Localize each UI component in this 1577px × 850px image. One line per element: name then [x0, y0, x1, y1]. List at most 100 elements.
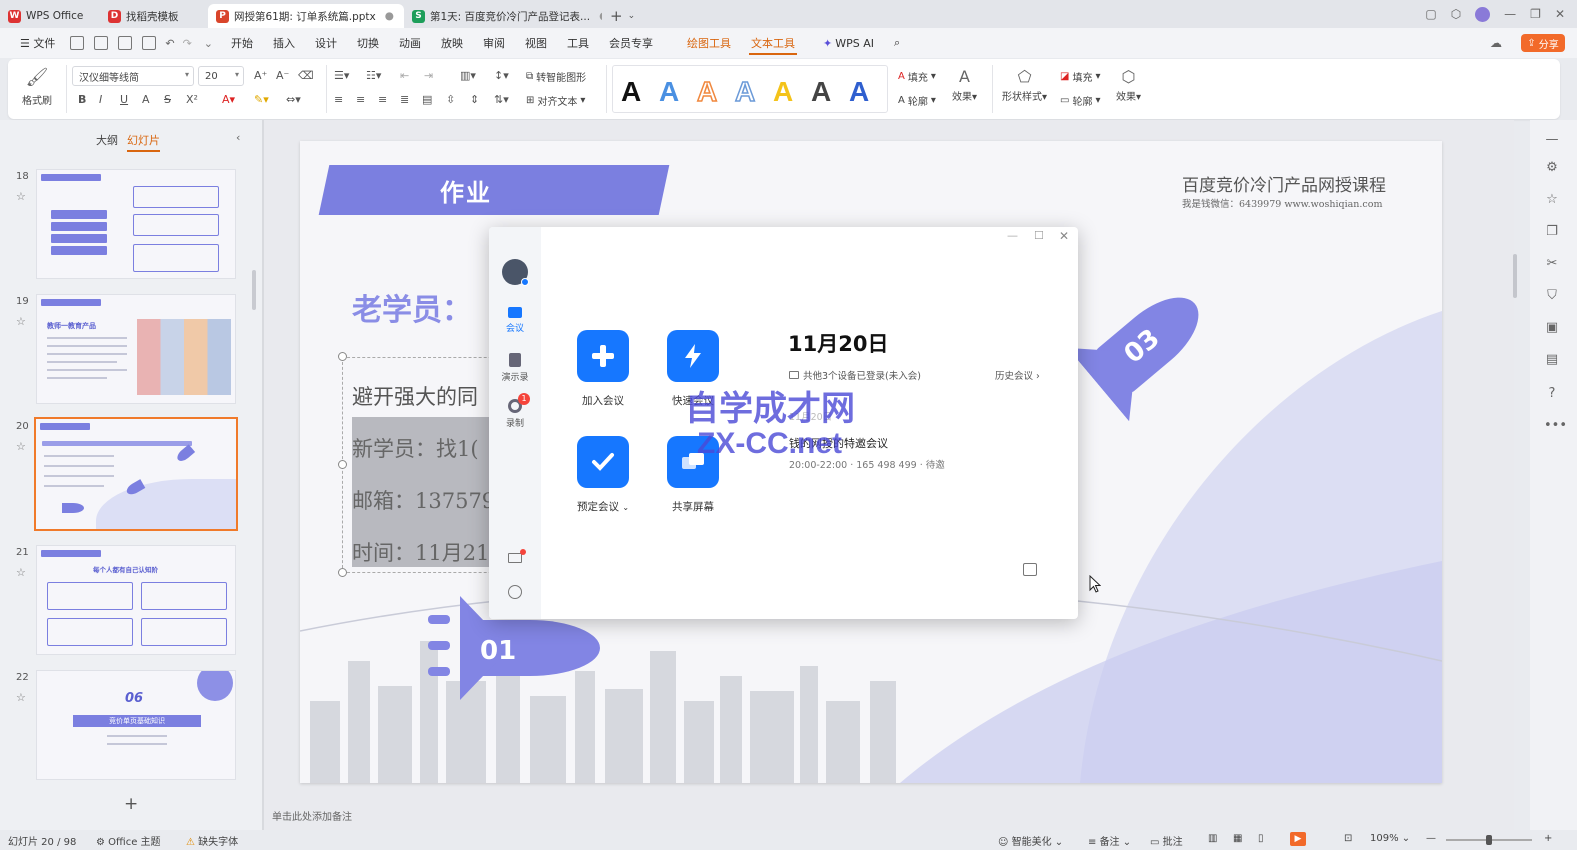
redo-icon[interactable]: ↷	[183, 37, 192, 50]
minimize-icon[interactable]: —	[1007, 229, 1018, 242]
tab-wps-office[interactable]: W WPS Office	[0, 4, 100, 28]
shrink-font-icon[interactable]: A⁻	[276, 69, 289, 82]
wordart-style-black[interactable]: A	[621, 76, 641, 108]
undo-icon[interactable]: ↶	[165, 37, 174, 50]
sidebar-item-meeting[interactable]: 会议	[489, 307, 541, 334]
wordart-style-darkblue[interactable]: A	[849, 76, 869, 108]
menu-wps-ai[interactable]: ✦ WPS AI	[813, 28, 884, 58]
wordart-style-gray[interactable]: A	[811, 76, 831, 108]
text-effect-button[interactable]: A 效果▾	[952, 67, 977, 103]
menu-tools[interactable]: 工具	[557, 28, 599, 58]
italic-icon[interactable]: I	[99, 93, 102, 106]
smart-shape-button[interactable]: ⧉ 转智能图形	[526, 69, 586, 84]
image-icon[interactable]: ▣	[1544, 320, 1560, 336]
tab-slides[interactable]: 幻灯片	[127, 132, 160, 152]
more-icon[interactable]: •••	[1544, 418, 1567, 434]
vertical-align-icon[interactable]: ⇅▾	[494, 93, 509, 106]
star-icon[interactable]: ☆	[16, 440, 26, 453]
history-meetings-link[interactable]: 历史会议 ›	[995, 368, 1040, 382]
menu-transition[interactable]: 切换	[347, 28, 389, 58]
wordart-style-yellow[interactable]: A	[773, 76, 793, 108]
quick-meeting-button[interactable]	[667, 330, 719, 382]
theme-indicator[interactable]: ⚙ Office 主题	[96, 833, 161, 848]
close-icon[interactable]: ✕	[1059, 229, 1069, 243]
cloud-icon[interactable]: ☁	[1490, 36, 1502, 50]
fit-icon[interactable]: ⊡	[1344, 833, 1352, 844]
chevron-down-icon[interactable]: ⌄	[622, 503, 629, 512]
missing-font-indicator[interactable]: ⚠ 缺失字体	[186, 833, 238, 848]
zoom-level[interactable]: 109% ⌄	[1370, 833, 1410, 844]
align-right-icon[interactable]: ≡	[378, 93, 387, 106]
align-center-icon[interactable]: ≡	[356, 93, 365, 106]
slide-thumb-18[interactable]	[36, 169, 236, 279]
box-icon[interactable]: ⬡	[1451, 7, 1461, 21]
text-fill-button[interactable]: A 填充 ▾	[898, 69, 936, 84]
preview-icon[interactable]	[142, 36, 157, 50]
tab-docer[interactable]: D 找稻壳模板	[100, 4, 208, 28]
menu-animation[interactable]: 动画	[389, 28, 431, 58]
underline-icon[interactable]: U	[120, 93, 128, 106]
tab-pptx-active[interactable]: P 网授第61期: 订单系统篇.pptx ●	[208, 4, 404, 28]
resize-handle[interactable]	[338, 460, 347, 469]
menu-member[interactable]: 会员专享	[599, 28, 663, 58]
layout-icon[interactable]: ▢	[1425, 7, 1436, 21]
file-menu[interactable]: ☰ 文件	[10, 28, 65, 58]
reading-view-icon[interactable]: ▯	[1258, 833, 1264, 844]
shape-effect-button[interactable]: ⬡ 效果▾	[1116, 67, 1141, 103]
justify-icon[interactable]: ≣	[400, 93, 409, 106]
play-slideshow-button[interactable]: ▶	[1290, 832, 1306, 846]
comments-toggle[interactable]: ▭ 批注	[1150, 833, 1183, 848]
menu-view[interactable]: 视图	[515, 28, 557, 58]
menu-drawing-tools[interactable]: 绘图工具	[677, 28, 741, 58]
text-direction-icon[interactable]: ↕▾	[494, 69, 509, 82]
highlight-icon[interactable]: ✎▾	[254, 93, 269, 106]
menu-text-tools[interactable]: 文本工具	[741, 28, 805, 58]
align-left-icon[interactable]: ≡	[334, 93, 343, 106]
align-text-button[interactable]: ⊞ 对齐文本 ▾	[526, 93, 585, 108]
chevron-down-icon[interactable]: ⌄	[204, 37, 213, 50]
clear-format-icon[interactable]: ⌫	[298, 69, 314, 82]
font-size-select[interactable]: 20 ▾	[198, 66, 244, 86]
bold-icon[interactable]: B	[78, 93, 86, 106]
minimize-icon[interactable]: —	[1504, 7, 1516, 21]
tab-outline[interactable]: 大纲	[96, 132, 118, 148]
normal-view-icon[interactable]: ▥	[1208, 833, 1217, 844]
save-icon[interactable]	[70, 36, 85, 50]
slide-thumb-20[interactable]	[34, 417, 238, 531]
slide-thumb-22[interactable]: 06 竞价单页基础知识	[36, 670, 236, 780]
smart-beautify-button[interactable]: ☺ 智能美化 ⌄	[998, 833, 1063, 848]
notes-toggle[interactable]: ≡ 备注 ⌄	[1088, 833, 1131, 848]
schedule-meeting-button[interactable]	[577, 436, 629, 488]
new-tab-plus-icon[interactable]: + ⌄	[602, 4, 643, 28]
zoom-in-icon[interactable]: +	[1544, 833, 1552, 844]
slide-thumb-21[interactable]: 每个人都有自己认知阶	[36, 545, 236, 655]
layers-icon[interactable]: ❐	[1544, 224, 1560, 240]
grow-font-icon[interactable]: A⁺	[254, 69, 267, 82]
devices-status[interactable]: 共他3个设备已登录(未入会)	[789, 368, 921, 382]
maximize-icon[interactable]: ☐	[1034, 229, 1044, 242]
bullet-list-icon[interactable]: ☰▾	[334, 69, 349, 82]
star-icon[interactable]: ☆	[16, 566, 26, 579]
superscript-icon[interactable]: X²	[186, 93, 198, 106]
distribute-icon[interactable]: ▤	[422, 93, 432, 106]
avatar[interactable]	[1475, 6, 1491, 22]
format-painter-button[interactable]: 🖌 格式刷	[22, 67, 52, 107]
share-button[interactable]: ⇪ 分享	[1521, 34, 1565, 52]
menu-review[interactable]: 审阅	[473, 28, 515, 58]
print-icon[interactable]	[118, 36, 133, 50]
line-spacing-icon[interactable]: ⇳	[446, 93, 455, 106]
star-icon[interactable]: ☆	[16, 691, 26, 704]
book-icon[interactable]: ▤	[1544, 352, 1560, 368]
para-spacing-icon[interactable]: ⇕	[470, 93, 479, 106]
star-icon[interactable]: ☆	[16, 315, 26, 328]
font-color-icon[interactable]: A▾	[222, 93, 235, 106]
notes-placeholder[interactable]: 单击此处添加备注	[272, 808, 352, 823]
star-icon[interactable]: ☆	[16, 190, 26, 203]
text-outline-button[interactable]: A 轮廓 ▾	[898, 93, 936, 108]
char-spacing-icon[interactable]: ⇔▾	[286, 93, 301, 106]
shape-style-button[interactable]: ⬠ 形状样式▾	[1002, 67, 1047, 103]
menu-design[interactable]: 设计	[305, 28, 347, 58]
shape-outline-button[interactable]: ▭ 轮廓 ▾	[1060, 93, 1100, 108]
restore-icon[interactable]: ❐	[1530, 7, 1541, 21]
slide-thumb-19[interactable]: 教师一教育产品	[36, 294, 236, 404]
